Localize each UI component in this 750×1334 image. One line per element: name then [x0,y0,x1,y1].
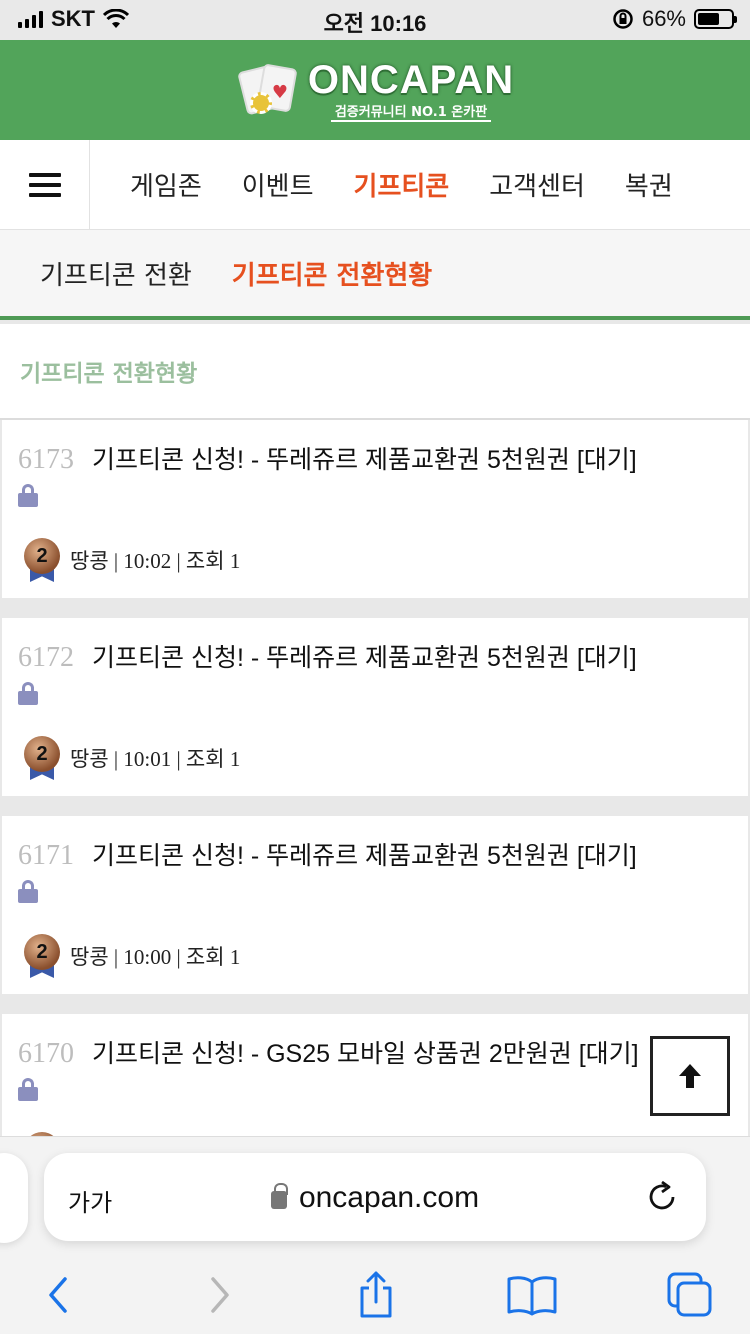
post-item[interactable]: 6172 기프티콘 신청! - 뚜레쥬르 제품교환권 5천원권 [대기] 2 땅콩 |… [2,618,748,796]
main-nav: 게임존 이벤트 기프티콘 고객센터 복권 [0,139,750,230]
post-author[interactable]: 땅콩 [70,945,109,969]
lock-icon [18,484,38,507]
section-title: 기프티콘 전환현황 [20,361,198,387]
post-title-line[interactable]: 6173 기프티콘 신청! - 뚜레쥬르 제품교환권 5천원권 [대기] [18,440,637,476]
level-number: 2 [24,934,60,970]
post-title-line[interactable]: 6172 기프티콘 신청! - 뚜레쥬르 제품교환권 5천원권 [대기] [18,638,637,674]
post-title-line[interactable]: 6171 기프티콘 신청! - 뚜레쥬르 제품교환권 5천원권 [대기] [18,836,637,872]
post-meta: 2 땅콩 | 10:02 | 조회 1 [22,538,240,582]
post-title[interactable]: 기프티콘 신청! - 뚜레쥬르 제품교환권 5천원권 [대기] [92,644,637,672]
post-item[interactable]: 6173 기프티콘 신청! - 뚜레쥬르 제품교환권 5천원권 [대기] 2 땅콩 |… [2,420,748,598]
sub-nav: 기프티콘 전환 기프티콘 전환현황 [0,230,750,320]
level-badge-icon: 2 [22,736,62,780]
nav-item-1[interactable]: 이벤트 [222,166,334,203]
post-number: 6173 [18,444,74,475]
battery-icon [694,9,737,29]
post-title-line[interactable]: 6170 기프티콘 신청! - GS25 모바일 상품권 2만원권 [대기] [18,1034,639,1070]
logo-subtitle: 검증커뮤니티 NO.1 온카판 [330,101,492,122]
lock-icon [18,880,38,903]
status-right: 66% [612,6,737,32]
post-meta-text: 땅콩 | 10:02 | 조회 1 [70,549,241,573]
nav-item-3[interactable]: 고객센터 [469,166,605,203]
nav-item-2[interactable]: 기프티콘 [334,166,470,203]
status-bar: SKT 오전 10:16 66% [0,0,750,40]
nav-item-4[interactable]: 복권 [605,166,693,203]
level-number: 2 [24,538,60,574]
post-views: 1 [229,945,241,969]
nav-item-0[interactable]: 게임존 [90,166,222,203]
section-header: 기프티콘 전환현황 [0,324,750,420]
scroll-top-button[interactable] [650,1036,730,1116]
browser-bottom-bar: 가가 oncapan.com [0,1136,750,1334]
post-title[interactable]: 기프티콘 신청! - 뚜레쥬르 제품교환권 5천원권 [대기] [92,842,637,870]
post-list: 6173 기프티콘 신청! - 뚜레쥬르 제품교환권 5천원권 [대기] 2 땅콩 |… [0,420,750,1136]
hamburger-icon[interactable] [0,139,90,230]
forward-icon[interactable] [192,1267,248,1323]
post-views-label: 조회 [185,747,225,771]
post-meta: 2 땅콩 | 10:00 | 조회 1 [22,934,240,978]
battery-percent: 66% [641,6,686,31]
post-time: 10:01 [123,747,172,771]
tabs-icon[interactable] [662,1267,718,1323]
post-meta: 2 땅콩 | 10:01 | 조회 1 [22,736,240,780]
lock-icon [270,1183,288,1209]
post-author[interactable]: 땅콩 [70,549,109,573]
share-icon[interactable] [348,1267,404,1323]
level-badge-icon: 2 [22,934,62,978]
arrow-up-icon [679,1064,701,1088]
post-number: 6170 [18,1038,74,1069]
logo-title: ONCAPAN [307,57,515,102]
url-text: oncapan.com [298,1181,480,1214]
subnav-item-1[interactable]: 기프티콘 전환현황 [232,255,432,292]
address-bar[interactable]: 가가 oncapan.com [44,1153,706,1241]
browser-toolbar [0,1255,750,1334]
site-header: ♥ ONCAPAN 검증커뮤니티 NO.1 온카판 [0,40,750,140]
level-badge-icon: 2 [22,538,62,582]
post-item[interactable]: 6170기프티콘 신청! - GS25 모바일 상품권 2만원권 [대기]2땅콩… [2,1014,748,1136]
rotation-lock-icon [613,9,633,29]
post-meta-text: 땅콩 | 10:00 | 조회 1 [70,945,241,969]
post-title[interactable]: 기프티콘 신청! - GS25 모바일 상품권 2만원권 [대기] [92,1040,639,1068]
previous-tab-preview[interactable] [0,1153,28,1243]
post-meta-text: 땅콩 | 10:01 | 조회 1 [70,747,241,771]
post-views-label: 조회 [185,549,225,573]
reload-icon[interactable] [642,1177,682,1217]
back-icon[interactable] [30,1267,86,1323]
post-author[interactable]: 땅콩 [70,747,109,771]
subnav-item-0[interactable]: 기프티콘 전환 [40,255,192,292]
post-views: 1 [229,549,241,573]
post-time: 10:00 [123,945,172,969]
post-views: 1 [229,747,241,771]
site-logo[interactable]: ♥ ONCAPAN 검증커뮤니티 NO.1 온카판 [236,59,514,122]
post-item[interactable]: 6171 기프티콘 신청! - 뚜레쥬르 제품교환권 5천원권 [대기] 2 땅콩 |… [2,816,748,994]
post-number: 6171 [18,840,74,871]
post-views-label: 조회 [185,945,225,969]
post-time: 10:02 [123,549,172,573]
nav-items: 게임존 이벤트 기프티콘 고객센터 복권 [90,166,693,203]
level-number: 2 [24,736,60,772]
post-title[interactable]: 기프티콘 신청! - 뚜레쥬르 제품교환권 5천원권 [대기] [92,446,637,474]
bookmarks-icon[interactable] [504,1267,560,1323]
lock-icon [18,682,38,705]
lock-icon [18,1078,38,1101]
post-number: 6172 [18,642,74,673]
logo-cards-icon: ♥ [236,62,302,118]
